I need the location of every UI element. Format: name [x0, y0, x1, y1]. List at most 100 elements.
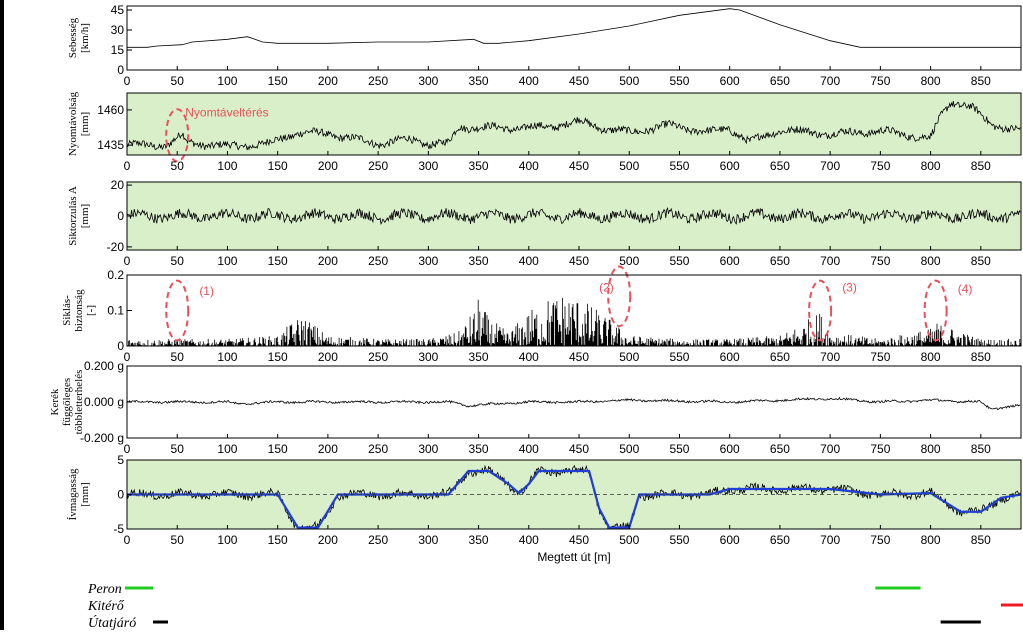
y-tick-label: 45	[111, 3, 125, 17]
x-tick-label: 800	[921, 442, 941, 456]
x-tick-label: 400	[519, 74, 539, 88]
x-tick-label: 200	[318, 350, 338, 364]
x-tick-label: 750	[870, 74, 890, 88]
x-tick-label: 350	[469, 74, 489, 88]
x-tick-label: 350	[469, 254, 489, 268]
y-axis-label: Ívmagasság	[67, 468, 79, 520]
x-tick-label: 550	[669, 442, 689, 456]
x-tick-label: 100	[217, 254, 237, 268]
x-tick-label: 0	[124, 254, 131, 268]
chart-figure: 0 15 30 45 0 50 100 150 200 250 300 350 400 450 500 550…	[0, 0, 1023, 631]
x-tick-label: 50	[171, 533, 185, 547]
y-axis-label: [km/h]	[79, 23, 91, 53]
x-tick-label: 100	[217, 350, 237, 364]
y-tick-label: 0	[117, 488, 124, 502]
x-tick-label: 400	[519, 442, 539, 456]
x-tick-label: 650	[770, 442, 790, 456]
y-tick-label: -20	[107, 240, 125, 254]
y-axis-label: többletterhelés	[73, 370, 85, 435]
x-tick-label: 700	[820, 159, 840, 173]
x-tick-label: 550	[669, 74, 689, 88]
x-tick-label: 450	[569, 159, 589, 173]
x-tick-label: 250	[368, 159, 388, 173]
panel-gauge: Nyomtáveltérés 1435 1460 0 50 100 150 200 250 300…	[67, 91, 1022, 173]
x-tick-label: 300	[418, 350, 438, 364]
x-tick-label: 100	[217, 74, 237, 88]
x-tick-label: 500	[619, 350, 639, 364]
x-tick-label: 150	[268, 533, 288, 547]
x-tick-label: 100	[217, 533, 237, 547]
y-tick-label: 5	[117, 453, 124, 467]
x-tick-label: 650	[770, 159, 790, 173]
x-tick-label: 0	[124, 159, 131, 173]
x-tick-label: 350	[469, 159, 489, 173]
x-tick-label: 750	[870, 159, 890, 173]
x-tick-label: 600	[720, 533, 740, 547]
x-tick-label: 850	[971, 74, 991, 88]
x-tick-label: 700	[820, 74, 840, 88]
x-tick-label: 750	[870, 254, 890, 268]
x-tick-label: 150	[268, 74, 288, 88]
x-tick-label: 750	[870, 533, 890, 547]
x-tick-label: 750	[870, 350, 890, 364]
x-tick-label: 250	[368, 74, 388, 88]
y-axis-label: Siktorzulás A	[67, 186, 79, 246]
y-tick-label: 0.1	[107, 304, 124, 318]
y-tick-label: 30	[111, 23, 125, 37]
x-tick-label: 400	[519, 254, 539, 268]
x-tick-label: 50	[171, 74, 185, 88]
y-axis-label: függőleges	[61, 378, 73, 426]
y-tick-label: -0.200 g	[80, 431, 124, 445]
x-tick-label: 150	[268, 350, 288, 364]
x-tick-label: 800	[921, 533, 941, 547]
x-tick-label: 300	[418, 533, 438, 547]
y-axis-label: Nyomtávolság	[67, 91, 79, 156]
x-tick-label: 200	[318, 254, 338, 268]
x-tick-label: 100	[217, 442, 237, 456]
y-tick-label: 15	[111, 43, 125, 57]
y-tick-label: 0.2	[107, 268, 124, 282]
panel-twist: -200200 50 100 150 200 250 300 350 400 450 500 550 6…	[67, 178, 1022, 268]
x-tick-label: 450	[569, 533, 589, 547]
x-tick-label: 550	[669, 159, 689, 173]
x-tick-label: 400	[519, 159, 539, 173]
x-tick-label: 500	[619, 533, 639, 547]
x-tick-label: 700	[820, 442, 840, 456]
x-tick-label: 450	[569, 350, 589, 364]
x-tick-label: 300	[418, 254, 438, 268]
track-feature-2: Útatjáró	[88, 614, 981, 631]
track-feature-label: Kitérő	[87, 599, 125, 614]
x-tick-label: 550	[669, 533, 689, 547]
x-tick-label: 650	[770, 74, 790, 88]
x-tick-label: 250	[368, 350, 388, 364]
annotation-label: (2)	[599, 280, 614, 294]
chart-svg: 01530450 50 100 150 200 250 300 350 400 450 500 550…	[0, 0, 1023, 631]
x-tick-label: 150	[268, 159, 288, 173]
x-tick-label: 150	[268, 442, 288, 456]
x-tick-label: 300	[418, 74, 438, 88]
x-tick-label: 800	[921, 159, 941, 173]
annotation-label: (4)	[958, 282, 973, 296]
x-tick-label: 300	[418, 442, 438, 456]
panel-load: -0.200 g 0.000 g 0.200 g 0 50 100 150 200 250 300…	[49, 359, 1022, 456]
y-tick-label: 1435	[97, 138, 124, 152]
x-tick-label: 850	[971, 350, 991, 364]
left-edge-strip	[0, 0, 4, 630]
x-tick-label: 50	[171, 442, 185, 456]
y-axis-label: [mm]	[79, 482, 91, 506]
x-tick-label: 50	[171, 350, 185, 364]
x-tick-label: 700	[820, 254, 840, 268]
x-tick-label: 600	[720, 254, 740, 268]
x-tick-label: 400	[519, 350, 539, 364]
x-tick-label: 350	[469, 442, 489, 456]
y-axis-label: [-]	[85, 305, 97, 316]
x-tick-label: 0	[124, 442, 131, 456]
x-tick-label: 0	[124, 74, 131, 88]
y-axis-label: Kerék	[49, 388, 61, 415]
panel-cant: -5050 50 100 150 200 250 300 350 400 450 500 550 600…	[67, 453, 1022, 547]
y-axis-label: [mm]	[79, 204, 91, 228]
x-tick-label: 800	[921, 254, 941, 268]
y-tick-label: 0.200 g	[84, 359, 124, 373]
x-tick-label: 450	[569, 74, 589, 88]
y-axis-label: [mm]	[79, 112, 91, 136]
